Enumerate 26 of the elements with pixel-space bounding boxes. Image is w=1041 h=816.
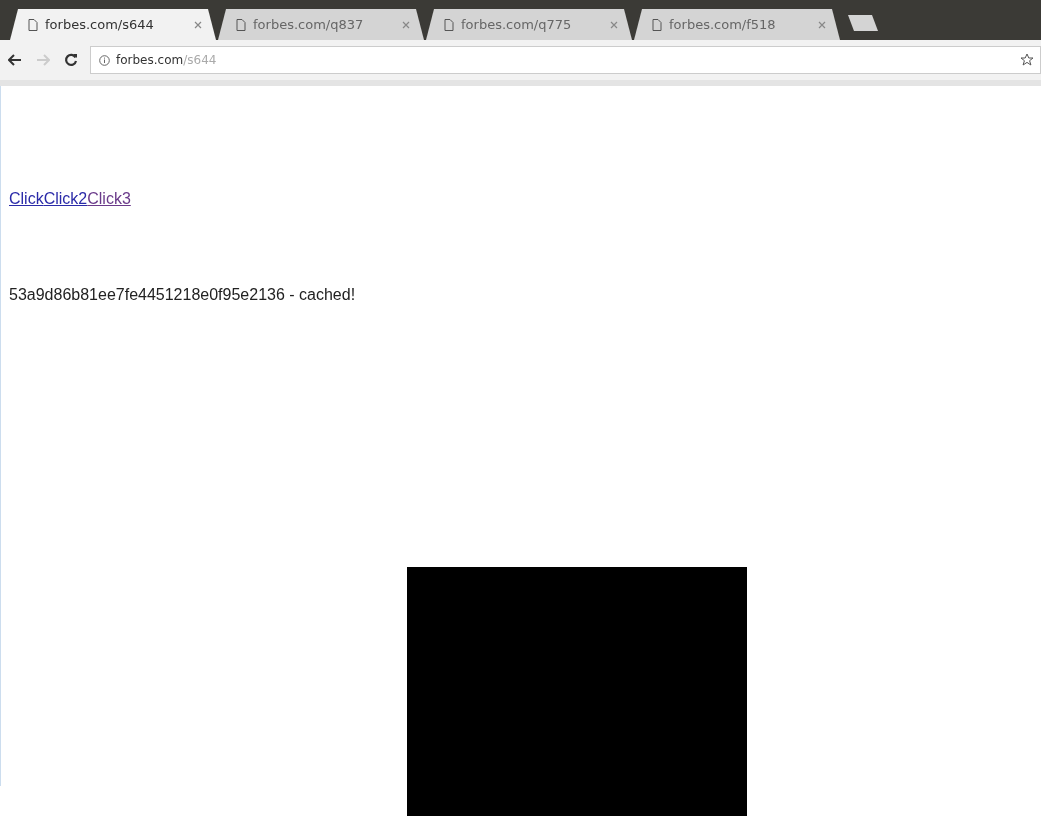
- reload-icon[interactable]: [64, 53, 78, 67]
- link[interactable]: Click2: [43, 190, 88, 207]
- browser-tab[interactable]: forbes.com/f518: [634, 9, 840, 40]
- link[interactable]: Click3: [87, 190, 131, 207]
- page-icon: [28, 18, 38, 31]
- page-icon: [236, 18, 246, 31]
- close-icon[interactable]: [194, 20, 202, 29]
- tab-title: forbes.com/s644: [45, 17, 155, 32]
- link[interactable]: Click: [9, 190, 44, 207]
- close-icon[interactable]: [818, 20, 826, 29]
- page-icon: [444, 18, 454, 31]
- tab-title: forbes.com/q837: [253, 17, 365, 32]
- new-tab-button[interactable]: [848, 15, 878, 31]
- info-icon: [99, 54, 110, 66]
- page-icon: [652, 18, 662, 31]
- browser-tab[interactable]: forbes.com/q775: [426, 9, 632, 40]
- tab-title: forbes.com/q775: [461, 17, 573, 32]
- close-icon[interactable]: [402, 20, 410, 29]
- close-icon[interactable]: [610, 20, 618, 29]
- message-text: 53a9d86b81ee7fe4451218e0f95e2136 - cached!: [9, 286, 357, 304]
- browser-tab[interactable]: forbes.com/q837: [218, 9, 424, 40]
- tab-title: forbes.com/f518: [669, 17, 777, 32]
- address-field[interactable]: forbes.com/s644: [90, 46, 1041, 74]
- back-icon[interactable]: [8, 54, 22, 66]
- browser-tab[interactable]: forbes.com/s644: [10, 9, 216, 40]
- star-icon[interactable]: [1020, 53, 1034, 67]
